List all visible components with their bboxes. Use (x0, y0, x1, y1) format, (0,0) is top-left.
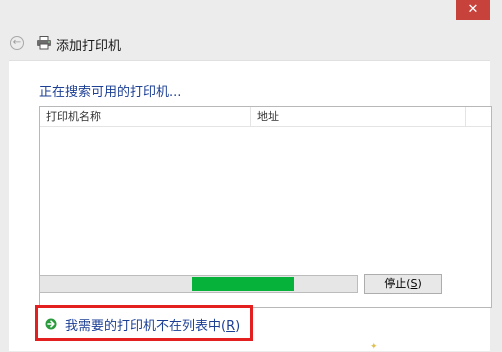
back-button[interactable]: ← (10, 36, 24, 50)
search-status: 正在搜索可用的打印机... (39, 85, 182, 100)
link-accel-close: ) (235, 319, 241, 334)
dialog-header: ← 添加打印机 (0, 26, 502, 60)
title-bar: ✕ (0, 0, 502, 26)
dialog-content: 正在搜索可用的打印机... 打印机名称 地址 停止(S) 我需要的打印机不在列表… (9, 60, 492, 351)
window-title: 添加打印机 (56, 39, 122, 54)
column-header-address[interactable]: 地址 (251, 107, 466, 126)
link-text: 我需要的打印机不在列表中 (65, 319, 222, 334)
star-decoration-icon: ✦ (370, 342, 378, 352)
progress-fill (192, 277, 294, 291)
column-header-printer-name[interactable]: 打印机名称 (40, 107, 251, 126)
link-accel-key: R (226, 319, 236, 334)
stop-button-label: 停止 (384, 277, 407, 290)
printer-not-listed-link[interactable]: 我需要的打印机不在列表中(R) (65, 315, 240, 334)
list-header: 打印机名称 地址 (40, 107, 491, 127)
back-arrow-icon: ← (12, 37, 22, 48)
stop-button[interactable]: 停止(S) (364, 274, 442, 294)
printer-icon (37, 36, 51, 50)
close-icon: ✕ (467, 2, 479, 17)
stop-accel-close: ) (417, 277, 422, 290)
close-button[interactable]: ✕ (456, 0, 490, 20)
search-progress-bar (39, 275, 358, 293)
green-arrow-icon (45, 318, 57, 330)
